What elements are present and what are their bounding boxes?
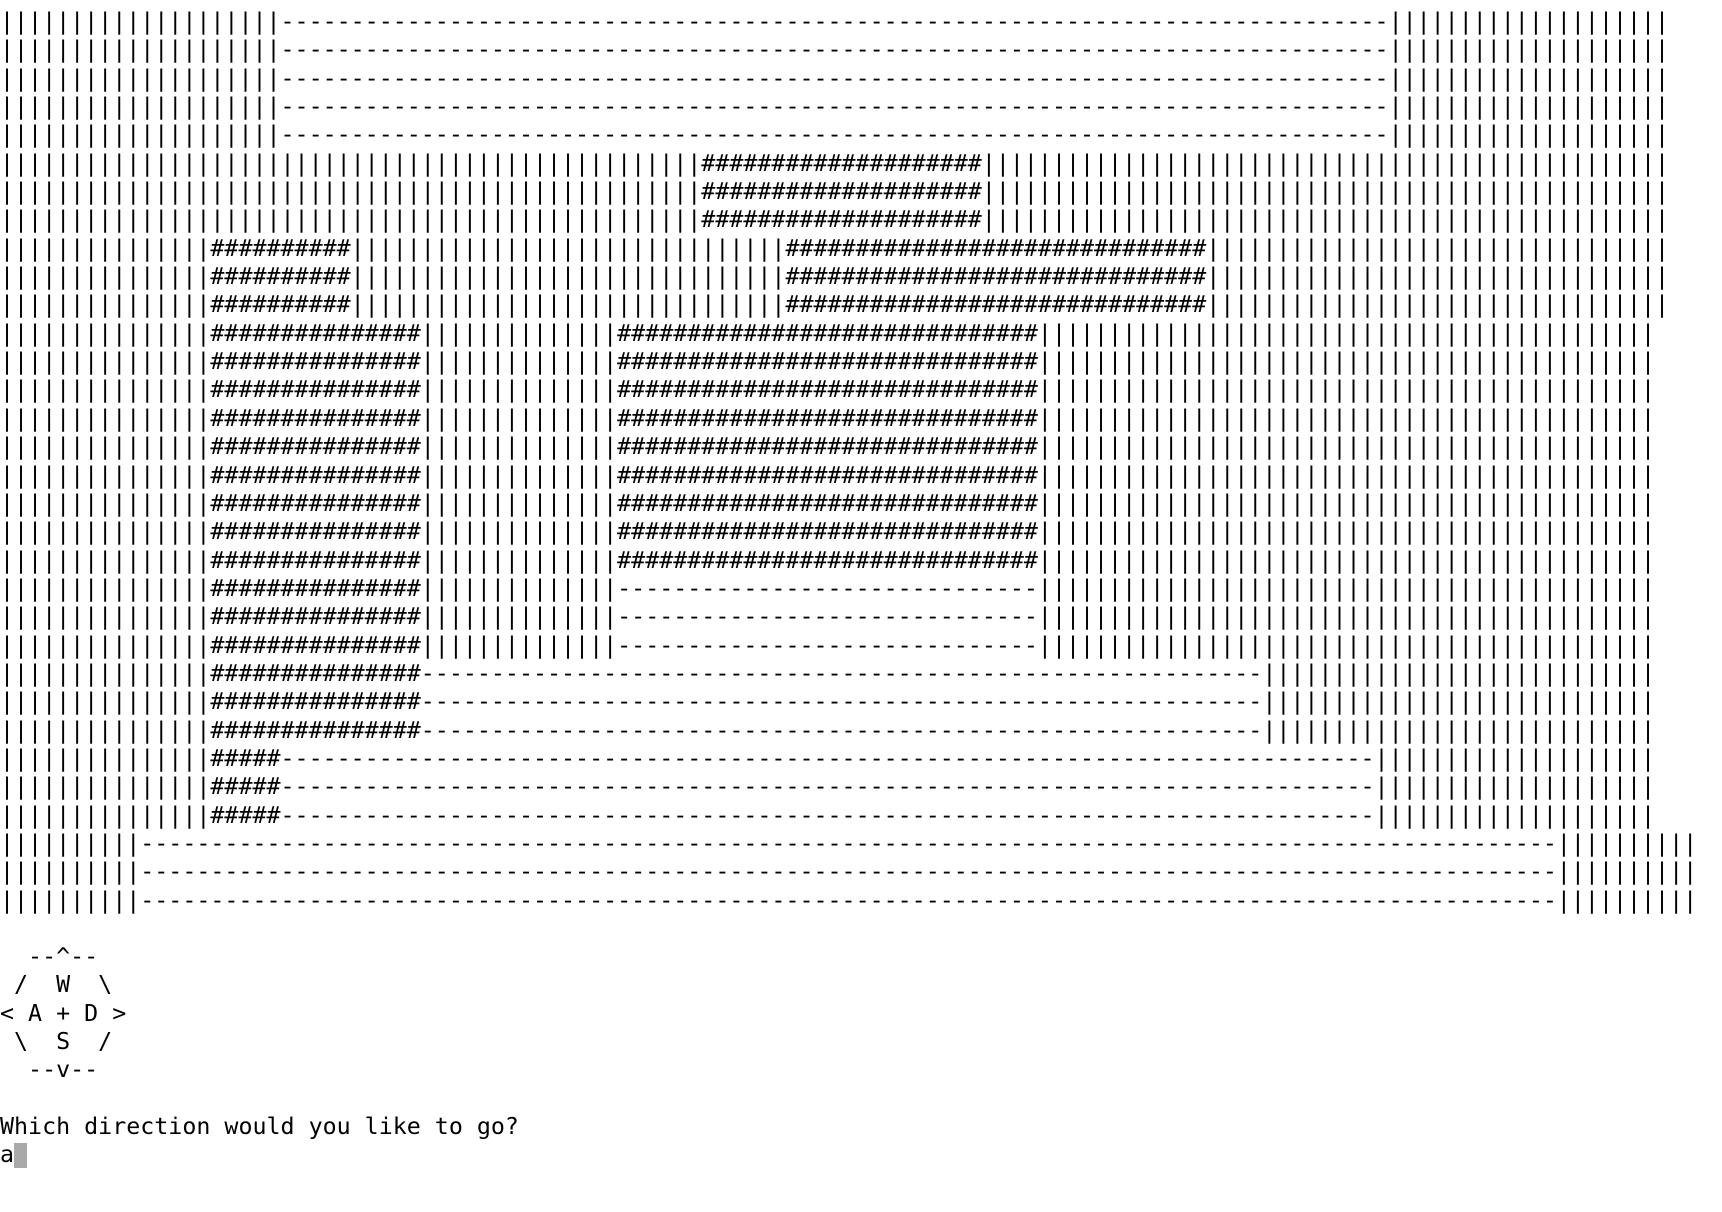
maze-row: |||||||||||||||###############----------… [0, 716, 1656, 744]
maze-row: ||||||||||||||||||||--------------------… [0, 64, 1670, 92]
maze-row: |||||||||||||||###############||||||||||… [0, 461, 1656, 489]
maze-view: ||||||||||||||||||||--------------------… [0, 8, 1722, 915]
maze-row: ||||||||||||||||||||--------------------… [0, 36, 1670, 64]
maze-row: |||||||||||||||#####--------------------… [0, 744, 1656, 772]
maze-row: ||||||||||||||||||||||||||||||||||||||||… [0, 178, 1670, 206]
maze-row: |||||||||||||||###############||||||||||… [0, 348, 1656, 376]
maze-row: |||||||||||||||###############||||||||||… [0, 631, 1656, 659]
maze-row: |||||||||||||||###############||||||||||… [0, 489, 1656, 517]
maze-row: |||||||||||||||###############----------… [0, 659, 1656, 687]
maze-row: |||||||||||||||###############||||||||||… [0, 546, 1656, 574]
maze-row: |||||||||||||||###############||||||||||… [0, 603, 1656, 631]
terminal-window[interactable]: ||||||||||||||||||||--------------------… [0, 0, 1722, 1212]
maze-row: |||||||||||||||###############||||||||||… [0, 376, 1656, 404]
wasd-controls-legend: --^-- / W \ < A + D > \ S / --v-- [0, 943, 1722, 1085]
maze-row: |||||||||||||||###############||||||||||… [0, 404, 1656, 432]
maze-row: ||||||||||||||||||||--------------------… [0, 8, 1670, 35]
maze-row: ||||||||||||||||||||--------------------… [0, 121, 1670, 149]
maze-row: |||||||||||||||##########|||||||||||||||… [0, 234, 1670, 262]
maze-row: |||||||||||||||###############||||||||||… [0, 518, 1656, 546]
legend-row: \ S / [0, 1028, 113, 1056]
maze-row: |||||||||||||||#####--------------------… [0, 801, 1656, 829]
maze-row: |||||||||||||||#####--------------------… [0, 773, 1656, 801]
maze-row: |||||||||||||||##########|||||||||||||||… [0, 291, 1670, 319]
input-text: a [0, 1141, 15, 1169]
maze-row: ||||||||||------------------------------… [0, 886, 1698, 914]
maze-row: |||||||||||||||###############----------… [0, 688, 1656, 716]
legend-row: --v-- [0, 1056, 99, 1084]
text-cursor [14, 1143, 28, 1169]
maze-row: |||||||||||||||###############||||||||||… [0, 574, 1656, 602]
maze-row: ||||||||||||||||||||||||||||||||||||||||… [0, 149, 1670, 177]
command-input[interactable]: a [0, 1141, 1722, 1169]
prompt-block: Which direction would you like to go? a [0, 1113, 1722, 1170]
direction-prompt: Which direction would you like to go? [0, 1112, 519, 1140]
maze-row: |||||||||||||||##########|||||||||||||||… [0, 263, 1670, 291]
maze-row: |||||||||||||||###############||||||||||… [0, 433, 1656, 461]
maze-row: ||||||||||------------------------------… [0, 829, 1698, 857]
legend-row: / W \ [0, 971, 113, 999]
legend-row: --^-- [0, 943, 99, 970]
legend-row: < A + D > [0, 999, 127, 1027]
maze-row: ||||||||||||||||||||--------------------… [0, 93, 1670, 121]
maze-row: ||||||||||------------------------------… [0, 858, 1698, 886]
maze-row: ||||||||||||||||||||||||||||||||||||||||… [0, 206, 1670, 234]
maze-row: |||||||||||||||###############||||||||||… [0, 319, 1656, 347]
